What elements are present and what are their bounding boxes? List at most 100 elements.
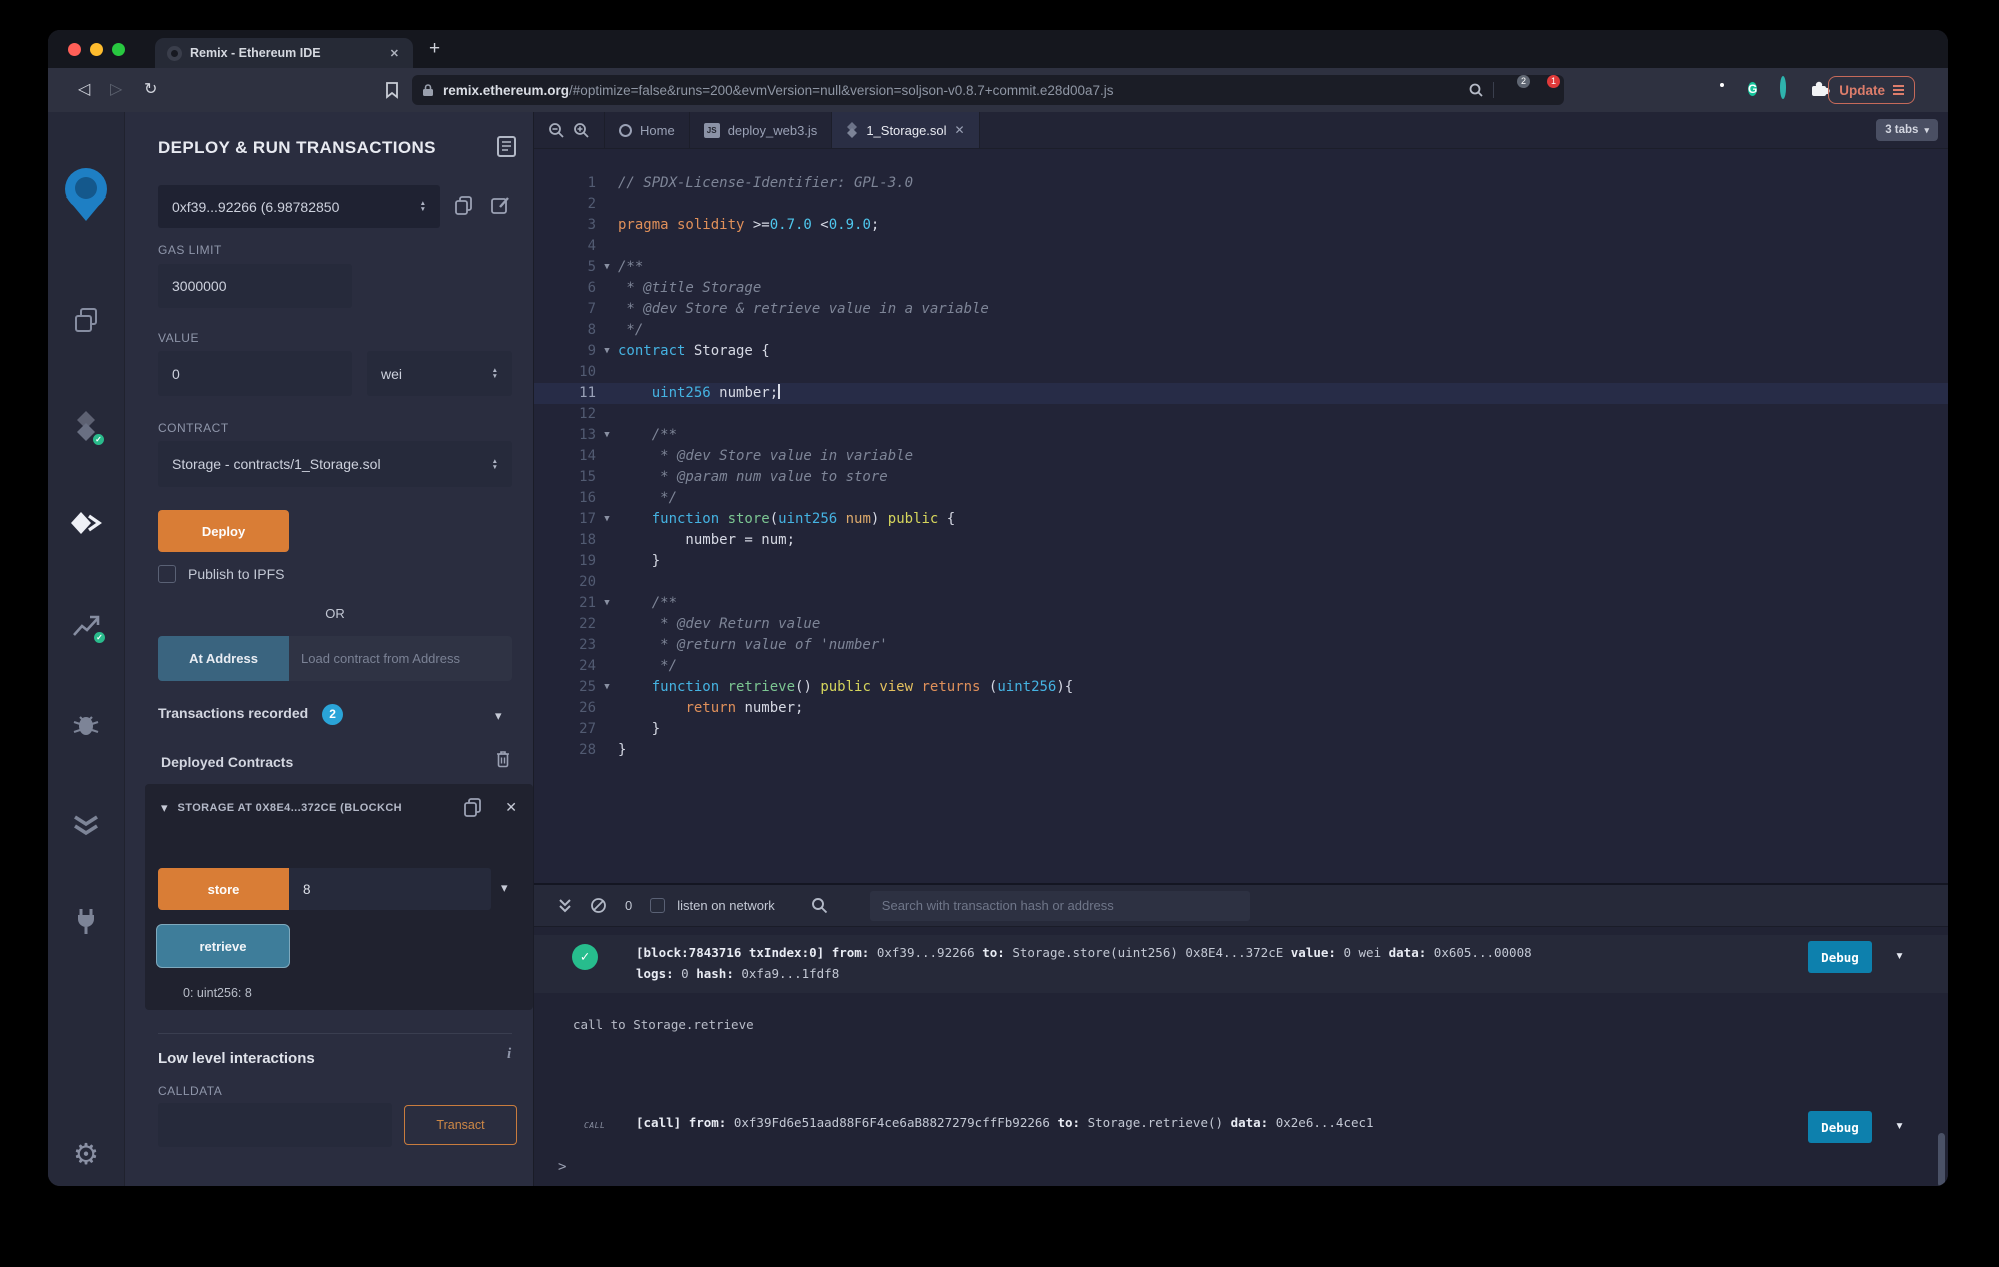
forward-icon[interactable]: ▷ [110, 80, 122, 100]
chevron-down-icon[interactable]: ▾ [495, 708, 502, 724]
back-icon[interactable]: ◁ [78, 80, 90, 100]
code-line[interactable]: 12 [534, 404, 1948, 425]
solidity-compiler-icon[interactable]: ✓ [72, 410, 106, 447]
minimize-window-button[interactable] [90, 43, 103, 56]
copy-instance-icon[interactable] [464, 798, 482, 817]
terminal-prompt[interactable]: > [558, 1159, 566, 1175]
code-line[interactable]: 19 } [534, 551, 1948, 572]
chevron-down-icon[interactable]: ▾ [1895, 1116, 1904, 1134]
copy-account-icon[interactable] [455, 196, 472, 215]
debug-button[interactable]: Debug [1808, 1111, 1872, 1143]
code-line[interactable]: 11 uint256 number; [534, 383, 1948, 404]
code-line[interactable]: 2 [534, 194, 1948, 215]
calldata-input[interactable] [158, 1103, 392, 1147]
code-line[interactable]: 21 ▼ /** [534, 593, 1948, 614]
code-line[interactable]: 28} [534, 740, 1948, 761]
code-line[interactable]: 3 pragma solidity >=0.7.0 <0.9.0; [534, 215, 1948, 236]
account-select[interactable]: 0xf39...92266 (6.98782850 ▲ ▼ [158, 185, 440, 228]
trash-icon[interactable] [495, 750, 511, 768]
code-line[interactable]: 1 // SPDX-License-Identifier: GPL-3.0 [534, 173, 1948, 194]
code-line[interactable]: 24 */ [534, 656, 1948, 677]
zoom-in-icon[interactable] [573, 122, 590, 139]
puzzle-extensions-icon[interactable] [1810, 78, 1830, 98]
fold-icon[interactable]: ▼ [596, 257, 618, 278]
code-line[interactable]: 17 ▼ function store(uint256 num) public { [534, 509, 1948, 530]
store-arg-input[interactable] [289, 868, 491, 910]
teal-extension-icon[interactable] [1780, 76, 1786, 99]
browser-tab[interactable]: Remix - Ethereum IDE ✕ [155, 38, 413, 68]
unit-testing-icon[interactable] [71, 812, 101, 838]
remix-logo[interactable] [57, 167, 115, 223]
collapse-instance-icon[interactable]: ▾ [161, 800, 168, 816]
gas-limit-input[interactable] [158, 264, 352, 308]
terminal-search-input[interactable] [869, 890, 1250, 921]
code-line[interactable]: 5 ▼/** [534, 257, 1948, 278]
fold-icon[interactable]: ▼ [596, 593, 618, 614]
terminal-scrollbar[interactable] [1938, 1133, 1945, 1186]
code-line[interactable]: 26 return number; [534, 698, 1948, 719]
debug-button[interactable]: Debug [1808, 941, 1872, 973]
at-address-input[interactable] [289, 636, 512, 681]
deploy-run-icon[interactable] [69, 510, 103, 538]
value-unit-select[interactable]: wei ▲ ▼ [367, 351, 512, 396]
deploy-button[interactable]: Deploy [158, 510, 289, 552]
fold-icon[interactable]: ▼ [596, 677, 618, 698]
close-instance-icon[interactable]: ✕ [505, 799, 517, 816]
brave-shield-icon[interactable]: 2 [1503, 74, 1530, 101]
documentation-icon[interactable] [497, 136, 516, 157]
code-line[interactable]: 8 */ [534, 320, 1948, 341]
code-line[interactable]: 15 * @param num value to store [534, 467, 1948, 488]
contract-select[interactable]: Storage - contracts/1_Storage.sol ▲ ▼ [158, 441, 512, 487]
retrieve-button[interactable]: retrieve [156, 924, 290, 968]
publish-ipfs-checkbox[interactable] [158, 565, 176, 583]
code-line[interactable]: 25 ▼ function retrieve() public view retu… [534, 677, 1948, 698]
plugin-manager-icon[interactable] [71, 906, 101, 936]
zoom-page-icon[interactable] [1468, 82, 1484, 98]
store-button[interactable]: store [158, 868, 289, 910]
code-line[interactable]: 13 ▼ /** [534, 425, 1948, 446]
edit-account-icon[interactable] [491, 196, 510, 215]
grammarly-icon[interactable]: G [1748, 79, 1758, 99]
tab-deploy-web3[interactable]: JS deploy_web3.js [690, 112, 833, 148]
tabs-count-badge[interactable]: 3 tabs ▾ [1876, 119, 1938, 141]
transact-button[interactable]: Transact [404, 1105, 517, 1145]
expand-store-icon[interactable]: ▾ [501, 880, 508, 896]
bat-rewards-icon[interactable]: 1 [1533, 74, 1560, 101]
expand-terminal-icon[interactable] [558, 898, 572, 914]
code-line[interactable]: 18 number = num; [534, 530, 1948, 551]
close-tab-icon[interactable]: ✕ [388, 45, 401, 62]
at-address-button[interactable]: At Address [158, 636, 289, 681]
solidity-analysis-icon[interactable]: ✓ [71, 612, 107, 645]
code-line[interactable]: 16 */ [534, 488, 1948, 509]
url-bar[interactable]: remix.ethereum.org/#optimize=false&runs=… [412, 74, 1564, 105]
reload-icon[interactable]: ↻ [144, 80, 157, 100]
close-window-button[interactable] [68, 43, 81, 56]
fold-icon[interactable]: ▼ [596, 425, 618, 446]
code-line[interactable]: 10 [534, 362, 1948, 383]
code-line[interactable]: 14 * @dev Store value in variable [534, 446, 1948, 467]
code-line[interactable]: 22 * @dev Return value [534, 614, 1948, 635]
clear-terminal-icon[interactable] [590, 897, 607, 914]
terminal-body[interactable]: ✓ [block:7843716 txIndex:0] from: 0xf39..… [534, 927, 1948, 1186]
code-line[interactable]: 27 } [534, 719, 1948, 740]
close-tab-icon[interactable]: ✕ [955, 123, 965, 137]
chevron-down-icon[interactable]: ▾ [1895, 946, 1904, 964]
maximize-window-button[interactable] [112, 43, 125, 56]
code-editor[interactable]: 1// SPDX-License-Identifier: GPL-3.0 2 3 pr… [534, 149, 1948, 883]
code-line[interactable]: 7 * @dev Store & retrieve value in a var… [534, 299, 1948, 320]
new-tab-button[interactable]: + [413, 38, 440, 68]
code-line[interactable]: 23 * @return value of 'number' [534, 635, 1948, 656]
fold-icon[interactable]: ▼ [596, 341, 618, 362]
listen-network-checkbox[interactable] [650, 898, 666, 913]
debugger-icon[interactable] [70, 710, 102, 738]
fold-icon[interactable]: ▼ [596, 509, 618, 530]
update-button[interactable]: Update [1828, 76, 1915, 104]
tab-home[interactable]: Home [604, 112, 690, 148]
transactions-recorded-row[interactable]: Transactions recorded 2 [158, 704, 344, 725]
code-line[interactable]: 9 ▼ contract Storage { [534, 341, 1948, 362]
zoom-out-icon[interactable] [548, 122, 565, 139]
success-check-icon[interactable]: ✓ [572, 944, 598, 970]
code-line[interactable]: 4 [534, 236, 1948, 257]
code-line[interactable]: 20 [534, 572, 1948, 593]
value-input[interactable] [158, 351, 352, 396]
